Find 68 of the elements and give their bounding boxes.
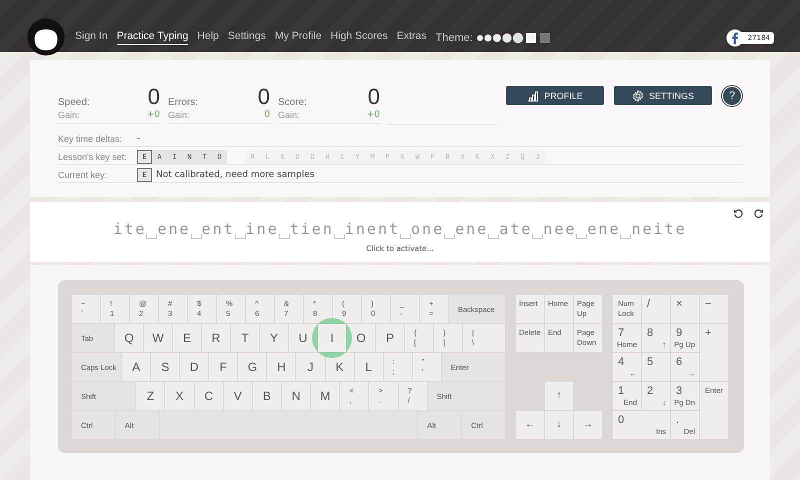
row-label: Current key:	[58, 170, 108, 180]
gain-value: 0	[264, 110, 270, 120]
key[interactable]: N	[282, 382, 310, 410]
stat-label: Errors:	[168, 97, 198, 108]
key[interactable]: ↓	[545, 411, 573, 439]
key[interactable]: 5	[642, 353, 670, 381]
row-label: Key time deltas:	[58, 134, 124, 144]
key[interactable]: /	[642, 295, 670, 323]
key[interactable]: ←	[516, 411, 544, 439]
key[interactable]: U	[289, 324, 317, 352]
key[interactable]: S	[151, 353, 180, 381]
key[interactable]: B	[252, 382, 281, 410]
key[interactable]: V	[224, 382, 252, 410]
undo-icon[interactable]	[733, 208, 744, 219]
nav-link[interactable]: High Scores	[330, 30, 388, 45]
key[interactable]: Q	[115, 324, 143, 352]
key[interactable]: T	[231, 324, 259, 352]
theme-label: Theme:	[436, 32, 473, 44]
key[interactable]: E	[173, 324, 201, 352]
stat-value: 0	[258, 86, 270, 108]
key[interactable]: W	[144, 324, 172, 352]
gain-value: +0	[366, 110, 380, 120]
gain-value: +0	[146, 110, 160, 120]
nav-link[interactable]: Practice Typing	[116, 30, 188, 45]
key[interactable]: Z	[136, 382, 164, 410]
facebook-icon[interactable]	[726, 29, 744, 47]
key[interactable]: X	[165, 382, 194, 410]
key[interactable]: H	[267, 353, 296, 381]
settings-button[interactable]: SETTINGS	[614, 86, 712, 105]
key[interactable]: K	[326, 353, 354, 381]
gain-label: Gain:	[168, 110, 190, 120]
key[interactable]: G	[238, 353, 266, 381]
logo-icon[interactable]	[27, 18, 65, 56]
gain-label: Gain:	[278, 110, 300, 120]
nav-link[interactable]: My Profile	[274, 30, 322, 45]
key[interactable]: −	[700, 295, 728, 323]
row-label: Lesson's key set:	[58, 152, 128, 162]
key[interactable]: F	[209, 353, 238, 381]
key[interactable]: I	[318, 324, 346, 352]
settings-icon	[632, 90, 644, 102]
key[interactable]: Y	[260, 324, 288, 352]
key[interactable]: C	[194, 382, 223, 410]
stat-label: Score:	[278, 97, 307, 108]
key[interactable]: P	[376, 324, 404, 352]
nav-link[interactable]: Help	[197, 30, 219, 45]
key[interactable]: J	[296, 353, 325, 381]
profile-button[interactable]: PROFILE	[506, 86, 604, 105]
key[interactable]: D	[180, 353, 208, 381]
key[interactable]: A	[122, 353, 150, 381]
help-button[interactable]: ?	[722, 86, 742, 106]
nav-link[interactable]: Extras	[396, 30, 427, 45]
stat-label: Speed:	[58, 97, 90, 108]
nav-link[interactable]: Sign In	[75, 30, 108, 45]
stat-value: 0	[148, 86, 160, 108]
gain-label: Gain:	[58, 110, 80, 120]
key[interactable]: ×	[671, 295, 699, 323]
stat-value: 0	[368, 86, 380, 108]
key[interactable]: R	[202, 324, 230, 352]
key[interactable]: M	[311, 382, 340, 410]
key-time-deltas-value: -	[137, 134, 140, 144]
key[interactable]: +	[700, 324, 728, 381]
key[interactable]: →	[574, 411, 602, 439]
key[interactable]: L	[354, 353, 383, 381]
key[interactable]: ↑	[545, 382, 573, 410]
calibration-note: Not calibrated, need more samples	[156, 170, 314, 180]
redo-icon[interactable]	[753, 208, 764, 219]
nav-link[interactable]: Settings	[228, 30, 266, 45]
bar-chart-icon	[527, 90, 540, 102]
